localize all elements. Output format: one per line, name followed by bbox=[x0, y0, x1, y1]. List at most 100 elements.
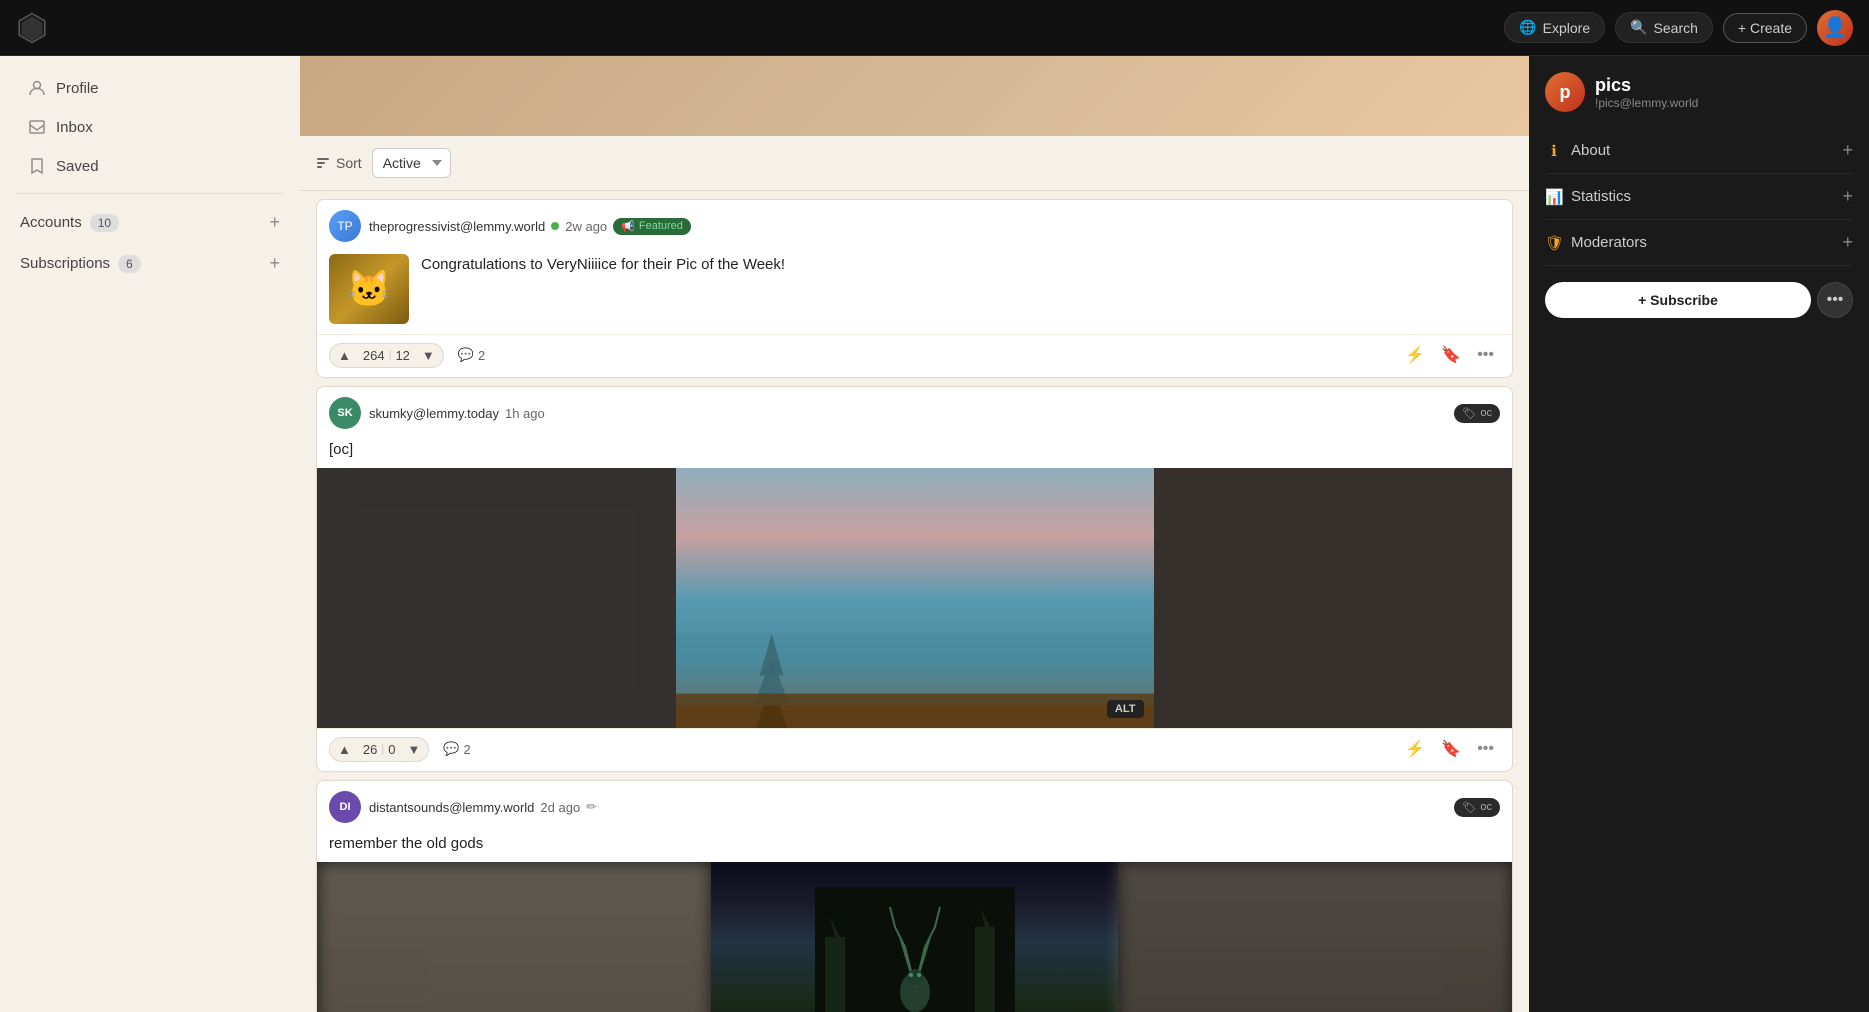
post-3-meta: distantsounds@lemmy.world 2d ago ✏ bbox=[369, 799, 597, 815]
sidebar-accounts-section[interactable]: Accounts 10 + bbox=[0, 202, 300, 243]
statistics-icon: 📊 bbox=[1545, 188, 1563, 206]
nav-left bbox=[16, 12, 48, 44]
post-1-upcount: 264 bbox=[359, 348, 389, 363]
explore-button[interactable]: 🌐 Explore bbox=[1504, 12, 1605, 43]
post-1-upvote[interactable]: ▲ bbox=[330, 344, 359, 367]
post-1-header: TP theprogressivist@lemmy.world 2w ago 📢… bbox=[317, 200, 1512, 248]
comment-icon-2: 💬 bbox=[443, 741, 459, 757]
post-2-image[interactable]: ALT bbox=[317, 468, 1512, 728]
about-expand[interactable]: + bbox=[1842, 140, 1853, 161]
post-1-right-actions: ⚡ 🔖 ••• bbox=[1399, 341, 1500, 369]
sidebar-subscriptions-section[interactable]: Subscriptions 6 + bbox=[0, 243, 300, 284]
sort-text: Sort bbox=[336, 155, 362, 171]
logo-icon[interactable] bbox=[16, 12, 48, 44]
community-more-button[interactable]: ••• bbox=[1817, 282, 1853, 318]
post-2-avatar: SK bbox=[329, 397, 361, 429]
post-3-title[interactable]: remember the old gods bbox=[329, 833, 1500, 854]
sidebar-item-inbox[interactable]: Inbox bbox=[8, 108, 292, 146]
inbox-icon bbox=[28, 118, 46, 136]
sidebar-divider bbox=[16, 193, 284, 194]
profile-icon bbox=[28, 79, 46, 97]
create-button[interactable]: + Create bbox=[1723, 13, 1807, 43]
accounts-label: Accounts bbox=[20, 214, 82, 231]
post-2-comment-count: 2 bbox=[464, 742, 471, 757]
post-2-downcount: 0 bbox=[384, 742, 399, 757]
post-2-right-actions: ⚡ 🔖 ••• bbox=[1399, 735, 1500, 763]
post-2-upvote[interactable]: ▲ bbox=[330, 738, 359, 761]
post-2-more[interactable]: ••• bbox=[1471, 736, 1500, 762]
post-2-save[interactable]: 🔖 bbox=[1435, 735, 1467, 763]
sidebar-item-profile[interactable]: Profile bbox=[8, 69, 292, 107]
post-1-thumbnail[interactable]: 🐱 bbox=[329, 254, 409, 324]
post-1-crosspost[interactable]: ⚡ bbox=[1399, 341, 1431, 369]
user-avatar[interactable]: 👤 bbox=[1817, 10, 1853, 46]
community-icon: p bbox=[1545, 72, 1585, 112]
explore-label: Explore bbox=[1543, 20, 1590, 36]
post-2-image-center: ALT bbox=[676, 468, 1154, 728]
post-2-vote-group: ▲ 26 | 0 ▼ bbox=[329, 737, 429, 762]
sort-label-container: Sort bbox=[316, 155, 362, 171]
post-2-header: SK skumky@lemmy.today 1h ago 🏷 oc bbox=[317, 387, 1512, 435]
post-1-comments[interactable]: 💬 2 bbox=[452, 343, 491, 367]
main-layout: Profile Inbox Saved Accounts 10 + Sub bbox=[0, 56, 1869, 1012]
statistics-label: Statistics bbox=[1571, 188, 1631, 205]
statistics-section[interactable]: 📊 Statistics + bbox=[1545, 174, 1853, 220]
post-2-meta: skumky@lemmy.today 1h ago bbox=[369, 406, 545, 421]
moderators-label: Moderators bbox=[1571, 234, 1647, 251]
post-3-edit: ✏ bbox=[586, 799, 597, 815]
post-1-time: 2w ago bbox=[565, 219, 607, 234]
moderators-section[interactable]: 🛡 Moderators + bbox=[1545, 220, 1853, 266]
post-1-save[interactable]: 🔖 bbox=[1435, 341, 1467, 369]
landscape-illustration bbox=[676, 468, 1154, 728]
post-2-author[interactable]: skumky@lemmy.today bbox=[369, 406, 499, 421]
left-sidebar: Profile Inbox Saved Accounts 10 + Sub bbox=[0, 56, 300, 1012]
post-1-actions: ▲ 264 | 12 ▼ 💬 2 ⚡ 🔖 ••• bbox=[317, 334, 1512, 377]
post-1-author[interactable]: theprogressivist@lemmy.world bbox=[369, 219, 545, 234]
sort-select[interactable]: Active Hot New Top bbox=[372, 148, 451, 178]
explore-icon: 🌐 bbox=[1519, 19, 1536, 36]
post-1-title[interactable]: Congratulations to VeryNiiiice for their… bbox=[421, 254, 785, 275]
community-header: p pics !pics@lemmy.world bbox=[1545, 72, 1853, 112]
subscribe-bar: + Subscribe ••• bbox=[1545, 282, 1853, 318]
post-2-comments[interactable]: 💬 2 bbox=[437, 737, 476, 761]
search-icon: 🔍 bbox=[1630, 19, 1647, 36]
post-2-actions: ▲ 26 | 0 ▼ 💬 2 ⚡ 🔖 ••• bbox=[317, 728, 1512, 771]
post-3-oc-tag: 🏷 oc bbox=[1454, 798, 1500, 817]
oc-label-3: oc bbox=[1480, 801, 1492, 813]
post-3-avatar: DI bbox=[329, 791, 361, 823]
community-handle: !pics@lemmy.world bbox=[1595, 96, 1698, 110]
post-3-author[interactable]: distantsounds@lemmy.world bbox=[369, 800, 534, 815]
comment-icon: 💬 bbox=[458, 347, 474, 363]
post-1-avatar: TP bbox=[329, 210, 361, 242]
post-1-more[interactable]: ••• bbox=[1471, 342, 1500, 368]
post-2-crosspost[interactable]: ⚡ bbox=[1399, 735, 1431, 763]
post-3-image[interactable] bbox=[317, 862, 1512, 1012]
post-2-downvote[interactable]: ▼ bbox=[399, 738, 428, 761]
top-navigation: 🌐 Explore 🔍 Search + Create 👤 bbox=[0, 0, 1869, 56]
post-3-header: DI distantsounds@lemmy.world 2d ago ✏ 🏷 … bbox=[317, 781, 1512, 829]
post-2-oc-tag: 🏷 oc bbox=[1454, 404, 1500, 423]
post-1-title-area: Congratulations to VeryNiiiice for their… bbox=[421, 254, 785, 324]
about-icon: ℹ bbox=[1545, 142, 1563, 160]
featured-label: Featured bbox=[639, 220, 683, 232]
alt-badge[interactable]: ALT bbox=[1107, 700, 1144, 718]
subscriptions-add-button[interactable]: + bbox=[269, 253, 280, 274]
moderators-expand[interactable]: + bbox=[1842, 232, 1853, 253]
sidebar-item-saved[interactable]: Saved bbox=[8, 147, 292, 185]
post-2-title[interactable]: [oc] bbox=[329, 439, 1500, 460]
post-1-downvote[interactable]: ▼ bbox=[414, 344, 443, 367]
community-banner bbox=[300, 56, 1529, 136]
accounts-add-button[interactable]: + bbox=[269, 212, 280, 233]
statistics-expand[interactable]: + bbox=[1842, 186, 1853, 207]
saved-label: Saved bbox=[56, 158, 99, 175]
about-section[interactable]: ℹ About + bbox=[1545, 128, 1853, 174]
create-label: + Create bbox=[1738, 20, 1792, 36]
post-3-image-left bbox=[317, 862, 711, 1012]
subscribe-label: + Subscribe bbox=[1638, 292, 1718, 308]
nav-right: 🌐 Explore 🔍 Search + Create 👤 bbox=[1504, 10, 1853, 46]
post-1-meta: theprogressivist@lemmy.world 2w ago 📢 Fe… bbox=[369, 218, 691, 235]
subscribe-button[interactable]: + Subscribe bbox=[1545, 282, 1811, 318]
accounts-count: 10 bbox=[90, 214, 119, 232]
search-button[interactable]: 🔍 Search bbox=[1615, 12, 1713, 43]
sort-bar: Sort Active Hot New Top bbox=[300, 136, 1529, 191]
